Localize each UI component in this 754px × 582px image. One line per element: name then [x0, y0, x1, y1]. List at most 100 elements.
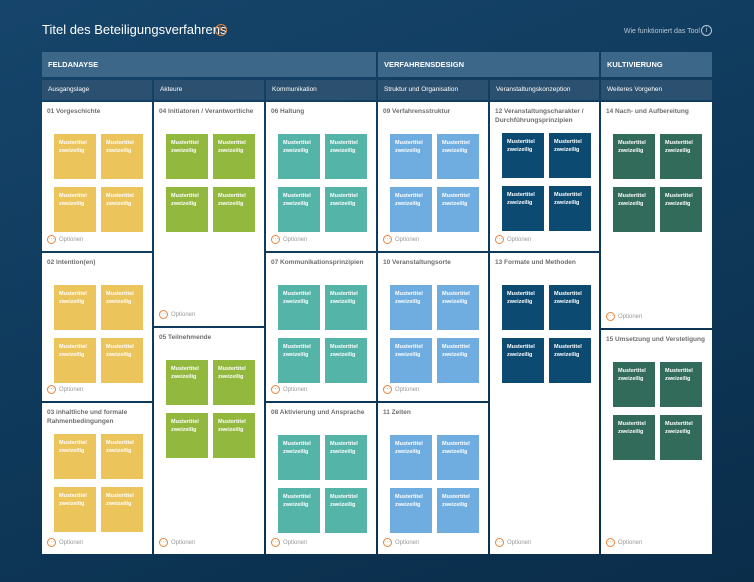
note-title: Mustertitel — [218, 366, 246, 372]
sticky-note[interactable]: Mustertitel zweizeilig — [101, 338, 143, 383]
sticky-note[interactable]: Mustertitel zweizeilig — [549, 186, 591, 231]
sticky-note[interactable]: Mustertitel zweizeilig — [166, 413, 208, 458]
sticky-note[interactable]: Mustertitel zweizeilig — [660, 134, 702, 179]
sticky-note[interactable]: Mustertitel zweizeilig — [213, 134, 255, 179]
note-subtitle: zweizeilig — [618, 376, 644, 382]
sticky-note[interactable]: Mustertitel zweizeilig — [101, 187, 143, 232]
sticky-note[interactable]: Mustertitel zweizeilig — [390, 338, 432, 383]
sticky-note[interactable]: Mustertitel zweizeilig — [54, 338, 96, 383]
sticky-note[interactable]: Mustertitel zweizeilig — [437, 285, 479, 330]
sticky-note[interactable]: Mustertitel zweizeilig — [278, 285, 320, 330]
note-title: Mustertitel — [59, 140, 87, 146]
sticky-note[interactable]: Mustertitel zweizeilig — [390, 488, 432, 533]
panel-title: 10 Veranstaltungsorte — [383, 259, 451, 266]
note-subtitle: zweizeilig — [106, 148, 132, 154]
panel-title: 11 Zeiten — [383, 409, 411, 416]
sticky-note[interactable]: Mustertitel zweizeilig — [278, 338, 320, 383]
note-title: Mustertitel — [442, 193, 470, 199]
note-subtitle: zweizeilig — [59, 148, 85, 154]
sticky-note[interactable]: Mustertitel zweizeilig — [166, 134, 208, 179]
sticky-note[interactable]: Mustertitel zweizeilig — [213, 360, 255, 405]
sticky-note[interactable]: Mustertitel zweizeilig — [278, 187, 320, 232]
options-button[interactable]: ··· Optionen — [47, 538, 83, 548]
sticky-note[interactable]: Mustertitel zweizeilig — [278, 134, 320, 179]
sticky-note[interactable]: Mustertitel zweizeilig — [660, 415, 702, 460]
sticky-note[interactable]: Mustertitel zweizeilig — [325, 488, 367, 533]
sticky-note[interactable]: Mustertitel zweizeilig — [549, 338, 591, 383]
panel-title: 07 Kommunikationsprinzipien — [271, 259, 364, 266]
more-options-icon: ··· — [383, 235, 392, 244]
sticky-note[interactable]: Mustertitel zweizeilig — [613, 134, 655, 179]
sticky-note[interactable]: Mustertitel zweizeilig — [325, 134, 367, 179]
sticky-note[interactable]: Mustertitel zweizeilig — [549, 133, 591, 178]
sticky-note[interactable]: Mustertitel zweizeilig — [325, 285, 367, 330]
sticky-note[interactable]: Mustertitel zweizeilig — [437, 435, 479, 480]
sticky-note[interactable]: Mustertitel zweizeilig — [101, 434, 143, 479]
note-title: Mustertitel — [59, 193, 87, 199]
sticky-note[interactable]: Mustertitel zweizeilig — [213, 413, 255, 458]
info-icon[interactable]: i — [701, 25, 712, 36]
note-subtitle: zweizeilig — [106, 201, 132, 207]
note-title: Mustertitel — [507, 139, 535, 145]
pencil-icon[interactable]: ✎ — [215, 24, 227, 36]
sticky-note[interactable]: Mustertitel zweizeilig — [325, 435, 367, 480]
note-title: Mustertitel — [218, 419, 246, 425]
options-label: Optionen — [59, 387, 84, 394]
options-button[interactable]: ··· Optionen — [271, 538, 307, 548]
sticky-note[interactable]: Mustertitel zweizeilig — [101, 285, 143, 330]
sticky-note[interactable]: Mustertitel zweizeilig — [166, 360, 208, 405]
options-button[interactable]: ··· Optionen — [159, 310, 195, 320]
sticky-note[interactable]: Mustertitel zweizeilig — [390, 134, 432, 179]
options-button[interactable]: ··· Optionen — [383, 235, 419, 245]
sticky-note[interactable]: Mustertitel zweizeilig — [54, 434, 96, 479]
sticky-note[interactable]: Mustertitel zweizeilig — [613, 415, 655, 460]
sticky-note[interactable]: Mustertitel zweizeilig — [437, 488, 479, 533]
sticky-note[interactable]: Mustertitel zweizeilig — [502, 285, 544, 330]
sticky-note[interactable]: Mustertitel zweizeilig — [213, 187, 255, 232]
sticky-note[interactable]: Mustertitel zweizeilig — [325, 338, 367, 383]
options-button[interactable]: ··· Optionen — [606, 538, 642, 548]
sticky-note[interactable]: Mustertitel zweizeilig — [437, 338, 479, 383]
options-button[interactable]: ··· Optionen — [383, 385, 419, 395]
sticky-note[interactable]: Mustertitel zweizeilig — [101, 134, 143, 179]
sticky-note[interactable]: Mustertitel zweizeilig — [502, 338, 544, 383]
note-title: Mustertitel — [283, 291, 311, 297]
sticky-note[interactable]: Mustertitel zweizeilig — [54, 187, 96, 232]
sticky-note[interactable]: Mustertitel zweizeilig — [54, 487, 96, 532]
options-button[interactable]: ··· Optionen — [159, 538, 195, 548]
note-subtitle: zweizeilig — [283, 201, 309, 207]
note-title: Mustertitel — [218, 140, 246, 146]
sticky-note[interactable]: Mustertitel zweizeilig — [390, 435, 432, 480]
sticky-note[interactable]: Mustertitel zweizeilig — [660, 362, 702, 407]
sticky-note[interactable]: Mustertitel zweizeilig — [166, 187, 208, 232]
sticky-note[interactable]: Mustertitel zweizeilig — [325, 187, 367, 232]
sticky-note[interactable]: Mustertitel zweizeilig — [502, 133, 544, 178]
options-button[interactable]: ··· Optionen — [47, 235, 83, 245]
sticky-note[interactable]: Mustertitel zweizeilig — [613, 187, 655, 232]
options-button[interactable]: ··· Optionen — [271, 385, 307, 395]
sticky-note[interactable]: Mustertitel zweizeilig — [549, 285, 591, 330]
sticky-note[interactable]: Mustertitel zweizeilig — [660, 187, 702, 232]
sticky-note[interactable]: Mustertitel zweizeilig — [54, 285, 96, 330]
sticky-note[interactable]: Mustertitel zweizeilig — [101, 487, 143, 532]
options-button[interactable]: ··· Optionen — [383, 538, 419, 548]
panel-title: 02 Intention(en) — [47, 259, 96, 266]
sticky-note[interactable]: Mustertitel zweizeilig — [502, 186, 544, 231]
note-title: Mustertitel — [442, 291, 470, 297]
sticky-note[interactable]: Mustertitel zweizeilig — [437, 134, 479, 179]
options-button[interactable]: ··· Optionen — [495, 235, 531, 245]
options-button[interactable]: ··· Optionen — [271, 235, 307, 245]
options-button[interactable]: ··· Optionen — [495, 538, 531, 548]
options-button[interactable]: ··· Optionen — [47, 385, 83, 395]
sticky-note[interactable]: Mustertitel zweizeilig — [278, 488, 320, 533]
help-link[interactable]: Wie funktioniert das Tool — [624, 27, 700, 36]
sticky-note[interactable]: Mustertitel zweizeilig — [390, 285, 432, 330]
sticky-note[interactable]: Mustertitel zweizeilig — [390, 187, 432, 232]
note-title: Mustertitel — [171, 140, 199, 146]
sticky-note[interactable]: Mustertitel zweizeilig — [54, 134, 96, 179]
column-header-struktur: Struktur und Organisation — [378, 80, 488, 100]
sticky-note[interactable]: Mustertitel zweizeilig — [437, 187, 479, 232]
sticky-note[interactable]: Mustertitel zweizeilig — [613, 362, 655, 407]
options-button[interactable]: ··· Optionen — [606, 312, 642, 322]
sticky-note[interactable]: Mustertitel zweizeilig — [278, 435, 320, 480]
